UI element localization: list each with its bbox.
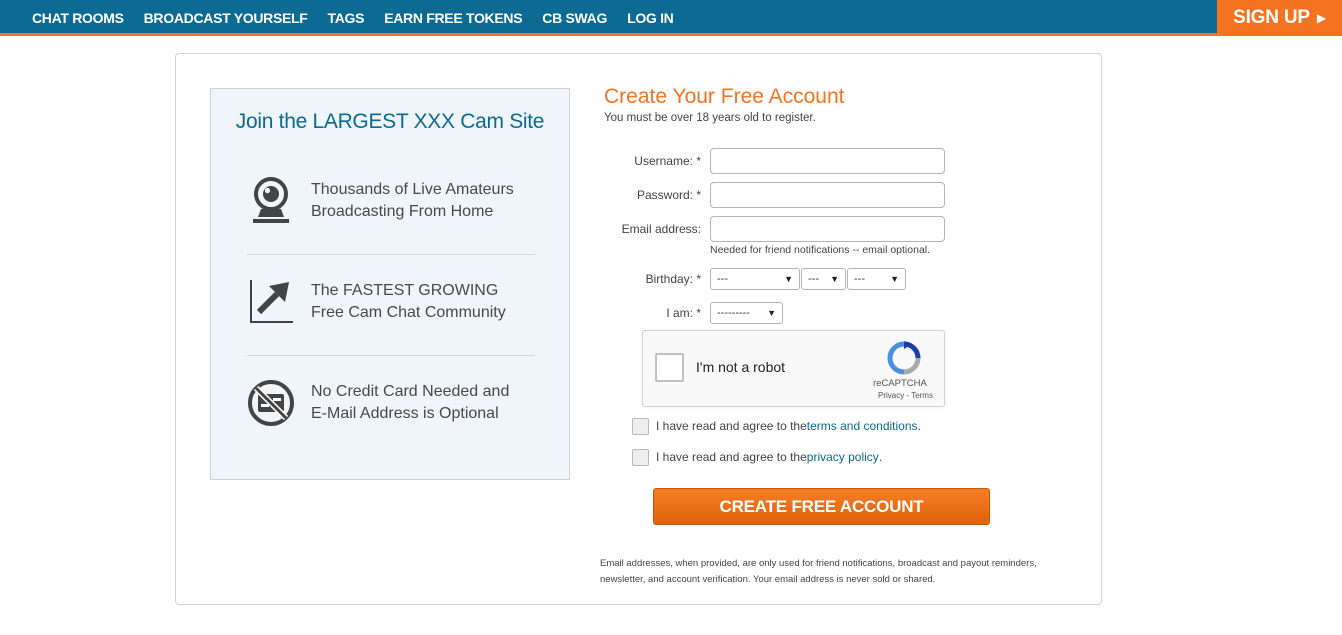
form-title: Create Your Free Account (604, 85, 845, 108)
divider (247, 254, 535, 255)
recaptcha-logo-icon (887, 341, 921, 375)
recaptcha-brand: reCAPTCHA (873, 378, 927, 389)
email-hint: Needed for friend notifications -- email… (710, 244, 931, 256)
terms-prefix: I have read and agree to the (656, 419, 807, 433)
feature-text: No Credit Card Needed and E-Mail Address… (311, 381, 509, 425)
selected-value: --------- (717, 307, 750, 319)
chevron-down-icon: ▼ (830, 274, 839, 284)
nav-earn-free-tokens[interactable]: EARN FREE TOKENS (384, 10, 522, 26)
divider (247, 355, 535, 356)
create-free-account-button[interactable]: CREATE FREE ACCOUNT (653, 488, 990, 525)
nav-chat-rooms[interactable]: CHAT ROOMS (32, 10, 124, 26)
feature-line-2: Free Cam Chat Community (311, 304, 506, 321)
terms-period: . (917, 419, 921, 433)
password-input[interactable] (710, 182, 945, 208)
recaptcha-privacy-terms-link[interactable]: Privacy - Terms (878, 391, 933, 400)
growth-arrow-icon (250, 280, 293, 323)
selected-value: --- (717, 273, 728, 285)
promo-box: Join the LARGEST XXX Cam Site Thousands … (210, 88, 570, 480)
feature-text: The FASTEST GROWING Free Cam Chat Commun… (311, 280, 506, 324)
recaptcha-widget: I'm not a robot reCAPTCHA Privacy - Term… (642, 330, 945, 407)
chevron-down-icon: ▼ (890, 274, 899, 284)
sign-up-button[interactable]: SIGN UP ▶ (1217, 0, 1342, 36)
webcam-icon (253, 177, 289, 223)
feature-line-1: Thousands of Live Amateurs (311, 181, 514, 198)
iam-label: I am: * (666, 306, 701, 320)
birthday-month-select[interactable]: --- ▼ (710, 268, 800, 290)
feature-text: Thousands of Live Amateurs Broadcasting … (311, 179, 514, 223)
username-input[interactable] (710, 148, 945, 174)
terms-and-conditions-link[interactable]: terms and conditions (807, 419, 918, 433)
main-nav: CHAT ROOMS BROADCAST YOURSELF TAGS EARN … (22, 0, 683, 36)
promo-title: Join the LARGEST XXX Cam Site (235, 110, 545, 133)
password-label: Password: * (636, 188, 701, 202)
feature-no-credit-card: No Credit Card Needed and E-Mail Address… (247, 377, 535, 437)
sign-up-label: SIGN UP (1233, 7, 1310, 28)
birthday-day-select[interactable]: --- ▼ (801, 268, 846, 290)
privacy-agreement: I have read and agree to the privacy pol… (632, 448, 882, 466)
no-credit-card-icon (248, 380, 294, 426)
feature-fastest-growing: The FASTEST GROWING Free Cam Chat Commun… (247, 276, 535, 336)
email-label: Email address: (621, 222, 701, 236)
recaptcha-label: I'm not a robot (696, 359, 786, 375)
chevron-down-icon: ▼ (767, 308, 776, 318)
privacy-prefix: I have read and agree to the (656, 450, 807, 464)
feature-line-2: Broadcasting From Home (311, 203, 494, 220)
play-arrow-icon: ▶ (1316, 11, 1326, 25)
form-subtitle: You must be over 18 years old to registe… (604, 112, 816, 124)
privacy-policy-link[interactable]: privacy policy (807, 450, 879, 464)
nav-log-in[interactable]: LOG IN (627, 10, 674, 26)
feature-line-1: No Credit Card Needed and (311, 383, 510, 400)
recaptcha-checkbox[interactable] (655, 353, 684, 382)
gender-select[interactable]: --------- ▼ (710, 302, 783, 324)
birthday-label: Birthday: * (645, 272, 701, 286)
email-input[interactable] (710, 216, 945, 242)
nav-broadcast-yourself[interactable]: BROADCAST YOURSELF (144, 10, 308, 26)
terms-agreement: I have read and agree to the terms and c… (632, 417, 921, 435)
top-navigation-bar: CHAT ROOMS BROADCAST YOURSELF TAGS EARN … (0, 0, 1342, 36)
selected-value: --- (808, 273, 819, 285)
privacy-period: . (878, 450, 883, 464)
privacy-checkbox[interactable] (632, 448, 649, 466)
nav-tags[interactable]: TAGS (328, 10, 365, 26)
feature-line-1: The FASTEST GROWING (311, 282, 499, 299)
chevron-down-icon: ▼ (784, 274, 793, 284)
terms-checkbox[interactable] (632, 417, 649, 435)
feature-live-amateurs: Thousands of Live Amateurs Broadcasting … (247, 175, 535, 235)
birthday-year-select[interactable]: --- ▼ (847, 268, 906, 290)
feature-line-2: E-Mail Address is Optional (311, 405, 499, 422)
username-label: Username: * (634, 154, 701, 168)
selected-value: --- (854, 273, 865, 285)
nav-cb-swag[interactable]: CB SWAG (542, 10, 607, 26)
email-disclaimer: Email addresses, when provided, are only… (600, 558, 1037, 585)
